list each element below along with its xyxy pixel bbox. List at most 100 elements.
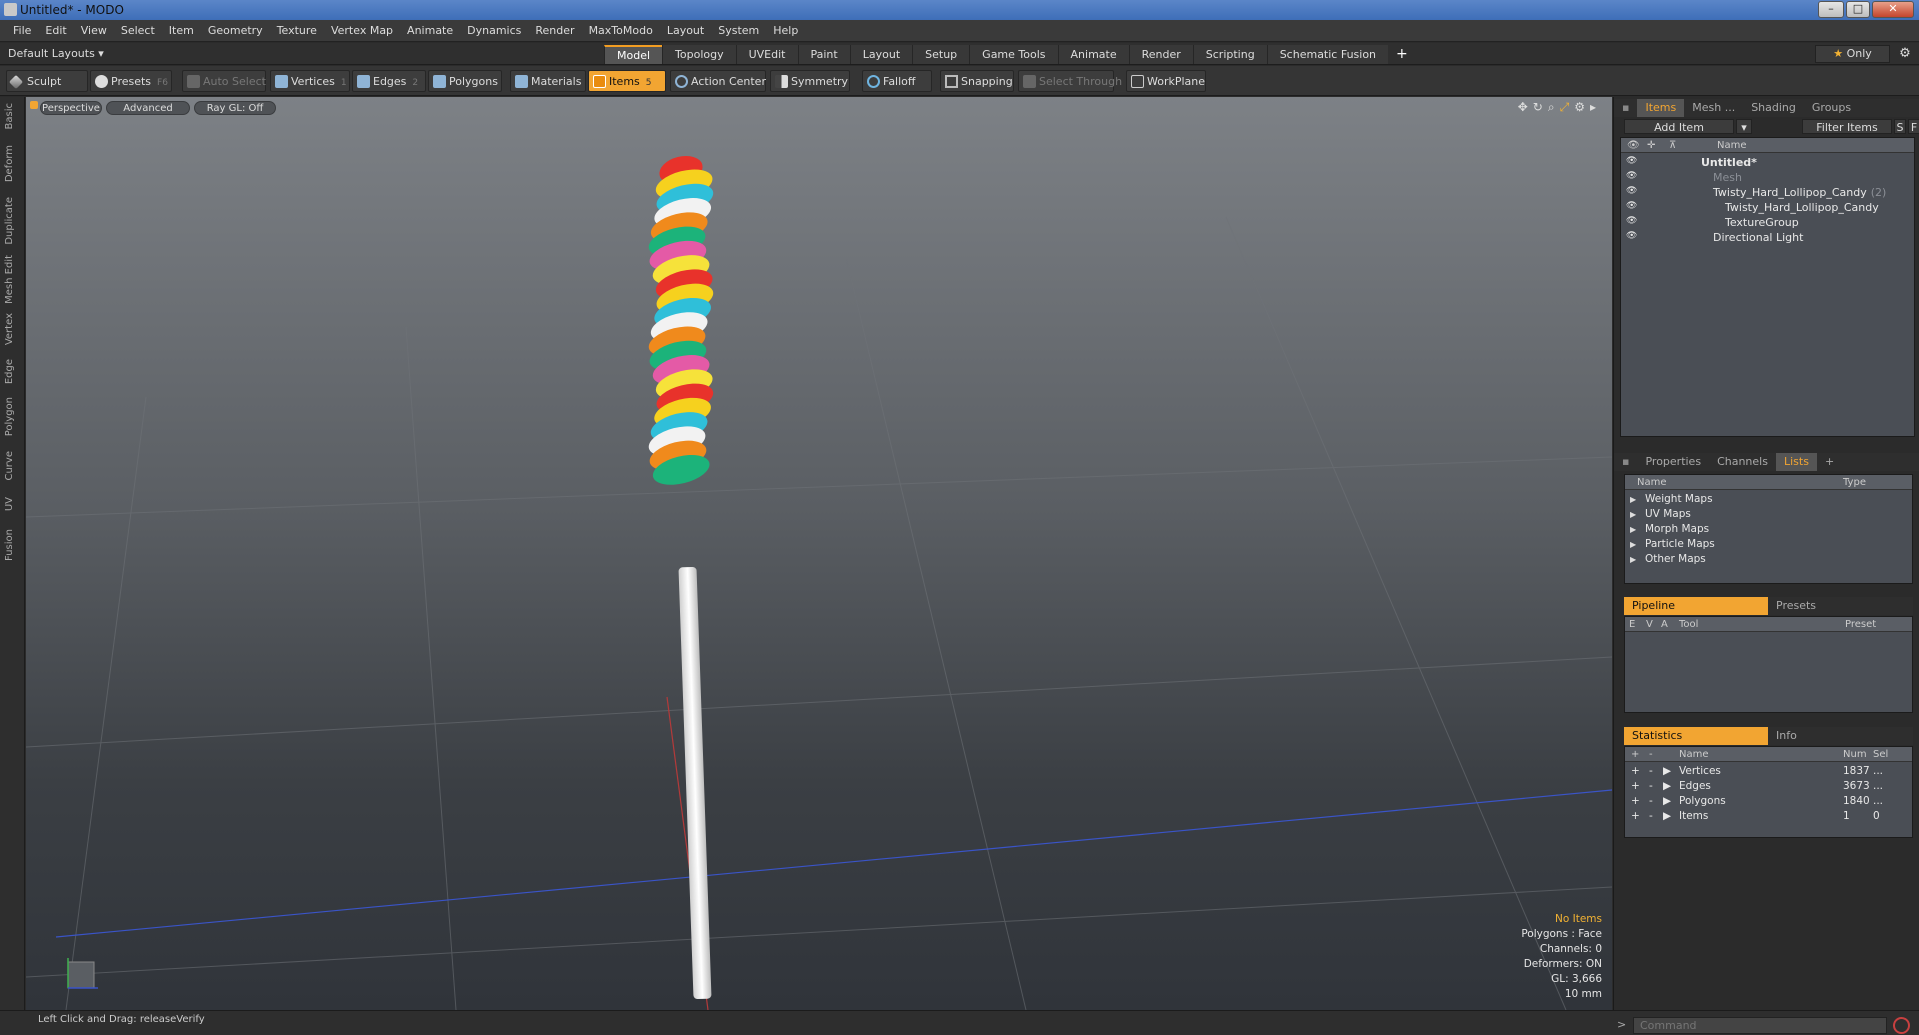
minimize-button[interactable]: – (1818, 1, 1844, 18)
presets-button[interactable]: Presets F6 (90, 70, 172, 92)
command-history-icon[interactable] (1893, 1017, 1910, 1034)
tab-groups[interactable]: Groups (1804, 99, 1859, 117)
stats-add-button[interactable]: + (1631, 810, 1640, 822)
symmetry-button[interactable]: Symmetry (770, 70, 850, 92)
polygons-button[interactable]: Polygons (428, 70, 502, 92)
add-tab-button[interactable]: + (1388, 45, 1416, 64)
menu-geometry[interactable]: Geometry (201, 20, 270, 42)
stats-add-button[interactable]: + (1631, 795, 1640, 807)
expand-arrow-icon[interactable]: ▶ (1663, 780, 1671, 792)
tab-game-tools[interactable]: Game Tools (969, 45, 1058, 64)
tab-topology[interactable]: Topology (662, 45, 736, 64)
snapping-button[interactable]: Snapping (940, 70, 1014, 92)
visibility-eye-icon[interactable]: 👁 (1626, 156, 1637, 166)
tab-render[interactable]: Render (1128, 45, 1193, 64)
vtab-duplicate[interactable]: Duplicate (4, 197, 20, 245)
stats-add-button[interactable]: + (1631, 765, 1640, 777)
edges-button[interactable]: Edges 2 (352, 70, 426, 92)
list-item[interactable]: Weight Maps (1645, 493, 1713, 505)
panel-menu-icon[interactable]: ▪ (1614, 99, 1637, 117)
tab-lists[interactable]: Lists (1775, 453, 1817, 471)
move-view-icon[interactable]: ✥ (1518, 100, 1528, 115)
tab-channels[interactable]: Channels (1709, 453, 1776, 471)
list-item[interactable]: Other Maps (1645, 553, 1706, 565)
items-button[interactable]: Items 5 (588, 70, 666, 92)
close-button[interactable]: ✕ (1872, 1, 1914, 18)
command-input[interactable] (1633, 1017, 1887, 1034)
tab-info[interactable]: Info (1768, 727, 1805, 745)
falloff-button[interactable]: Falloff (862, 70, 932, 92)
tree-item[interactable]: Twisty_Hard_Lollipop_Candy (2) (1713, 186, 1886, 199)
zoom-view-icon[interactable]: ⌕ (1548, 100, 1555, 115)
tab-setup[interactable]: Setup (912, 45, 970, 64)
menu-maxtomodo[interactable]: MaxToModo (582, 20, 660, 42)
expand-arrow-icon[interactable]: ▶ (1663, 765, 1671, 777)
vtab-curve[interactable]: Curve (4, 451, 20, 481)
expand-arrow-icon[interactable]: ▶ (1663, 795, 1671, 807)
tree-item[interactable]: Twisty_Hard_Lollipop_Candy (1725, 201, 1879, 214)
tab-shading[interactable]: Shading (1743, 99, 1804, 117)
stats-add-button[interactable]: + (1631, 780, 1640, 792)
viewport-settings-icon[interactable]: ⚙ (1574, 100, 1585, 115)
tab-layout[interactable]: Layout (849, 45, 913, 64)
maximize-button[interactable]: □ (1846, 1, 1870, 18)
visibility-eye-icon[interactable]: 👁 (1626, 216, 1637, 226)
tree-item[interactable]: Untitled* (1701, 156, 1757, 169)
expand-arrow-icon[interactable]: ▶ (1630, 495, 1636, 504)
advanced-button[interactable]: Advanced (106, 101, 190, 115)
list-item[interactable]: UV Maps (1645, 508, 1691, 520)
sculpt-button[interactable]: Sculpt (6, 70, 88, 92)
filter-items-input[interactable]: Filter Items (1802, 119, 1892, 134)
f-toggle-button[interactable]: F (1908, 119, 1919, 134)
vtab-basic[interactable]: Basic (4, 103, 20, 129)
menu-system[interactable]: System (711, 20, 766, 42)
vtab-deform[interactable]: Deform (4, 145, 20, 182)
visibility-eye-icon[interactable]: 👁 (1626, 231, 1637, 241)
tree-item[interactable]: Directional Light (1713, 231, 1803, 244)
tree-item[interactable]: Mesh (1713, 171, 1742, 184)
vertices-button[interactable]: Vertices 1 (270, 70, 350, 92)
menu-dynamics[interactable]: Dynamics (460, 20, 528, 42)
vtab-mesh-edit[interactable]: Mesh Edit (4, 255, 20, 304)
tab-items[interactable]: Items (1637, 99, 1685, 117)
tab-properties[interactable]: Properties (1637, 453, 1709, 471)
menu-help[interactable]: Help (766, 20, 805, 42)
menu-view[interactable]: View (74, 20, 114, 42)
only-button[interactable]: ★ Only (1815, 45, 1890, 63)
expand-arrow-icon[interactable]: ▶ (1630, 540, 1636, 549)
menu-item[interactable]: Item (162, 20, 201, 42)
gear-icon[interactable]: ⚙ (1896, 45, 1914, 63)
expand-arrow-icon[interactable]: ▶ (1630, 510, 1636, 519)
menu-file[interactable]: File (6, 20, 38, 42)
menu-vertex-map[interactable]: Vertex Map (324, 20, 400, 42)
tab-statistics[interactable]: Statistics (1624, 727, 1768, 745)
vtab-edge[interactable]: Edge (4, 359, 20, 384)
menu-animate[interactable]: Animate (400, 20, 460, 42)
stats-remove-button[interactable]: - (1649, 780, 1653, 792)
visibility-eye-icon[interactable]: 👁 (1626, 201, 1637, 211)
fit-view-icon[interactable]: ⤢ (1560, 100, 1570, 115)
rotate-view-icon[interactable]: ↻ (1533, 100, 1543, 115)
tab-animate[interactable]: Animate (1057, 45, 1129, 64)
tab-pipeline[interactable]: Pipeline (1624, 597, 1768, 615)
add-item-dropdown-icon[interactable]: ▾ (1736, 119, 1752, 134)
3d-viewport[interactable]: Perspective Advanced Ray GL: Off ✥ ↻ ⌕ ⤢… (26, 97, 1612, 1010)
vtab-vertex[interactable]: Vertex (4, 313, 20, 345)
action-center-button[interactable]: Action Center (670, 70, 766, 92)
visibility-eye-icon[interactable]: 👁 (1626, 171, 1637, 181)
vtab-fusion[interactable]: Fusion (4, 529, 20, 561)
tree-item[interactable]: TextureGroup (1725, 216, 1799, 229)
tab-uvedit[interactable]: UVEdit (735, 45, 798, 64)
viewport-menu-icon[interactable] (30, 101, 38, 109)
raygl-button[interactable]: Ray GL: Off (194, 101, 276, 115)
stats-remove-button[interactable]: - (1649, 810, 1653, 822)
menu-edit[interactable]: Edit (38, 20, 73, 42)
add-panel-tab-button[interactable]: + (1817, 453, 1842, 471)
expand-arrow-icon[interactable]: ▶ (1663, 810, 1671, 822)
vtab-polygon[interactable]: Polygon (4, 397, 20, 436)
list-item[interactable]: Morph Maps (1645, 523, 1709, 535)
tab-mesh[interactable]: Mesh ... (1684, 99, 1743, 117)
expand-arrow-icon[interactable]: ▶ (1630, 525, 1636, 534)
menu-select[interactable]: Select (114, 20, 162, 42)
perspective-button[interactable]: Perspective (40, 101, 102, 115)
